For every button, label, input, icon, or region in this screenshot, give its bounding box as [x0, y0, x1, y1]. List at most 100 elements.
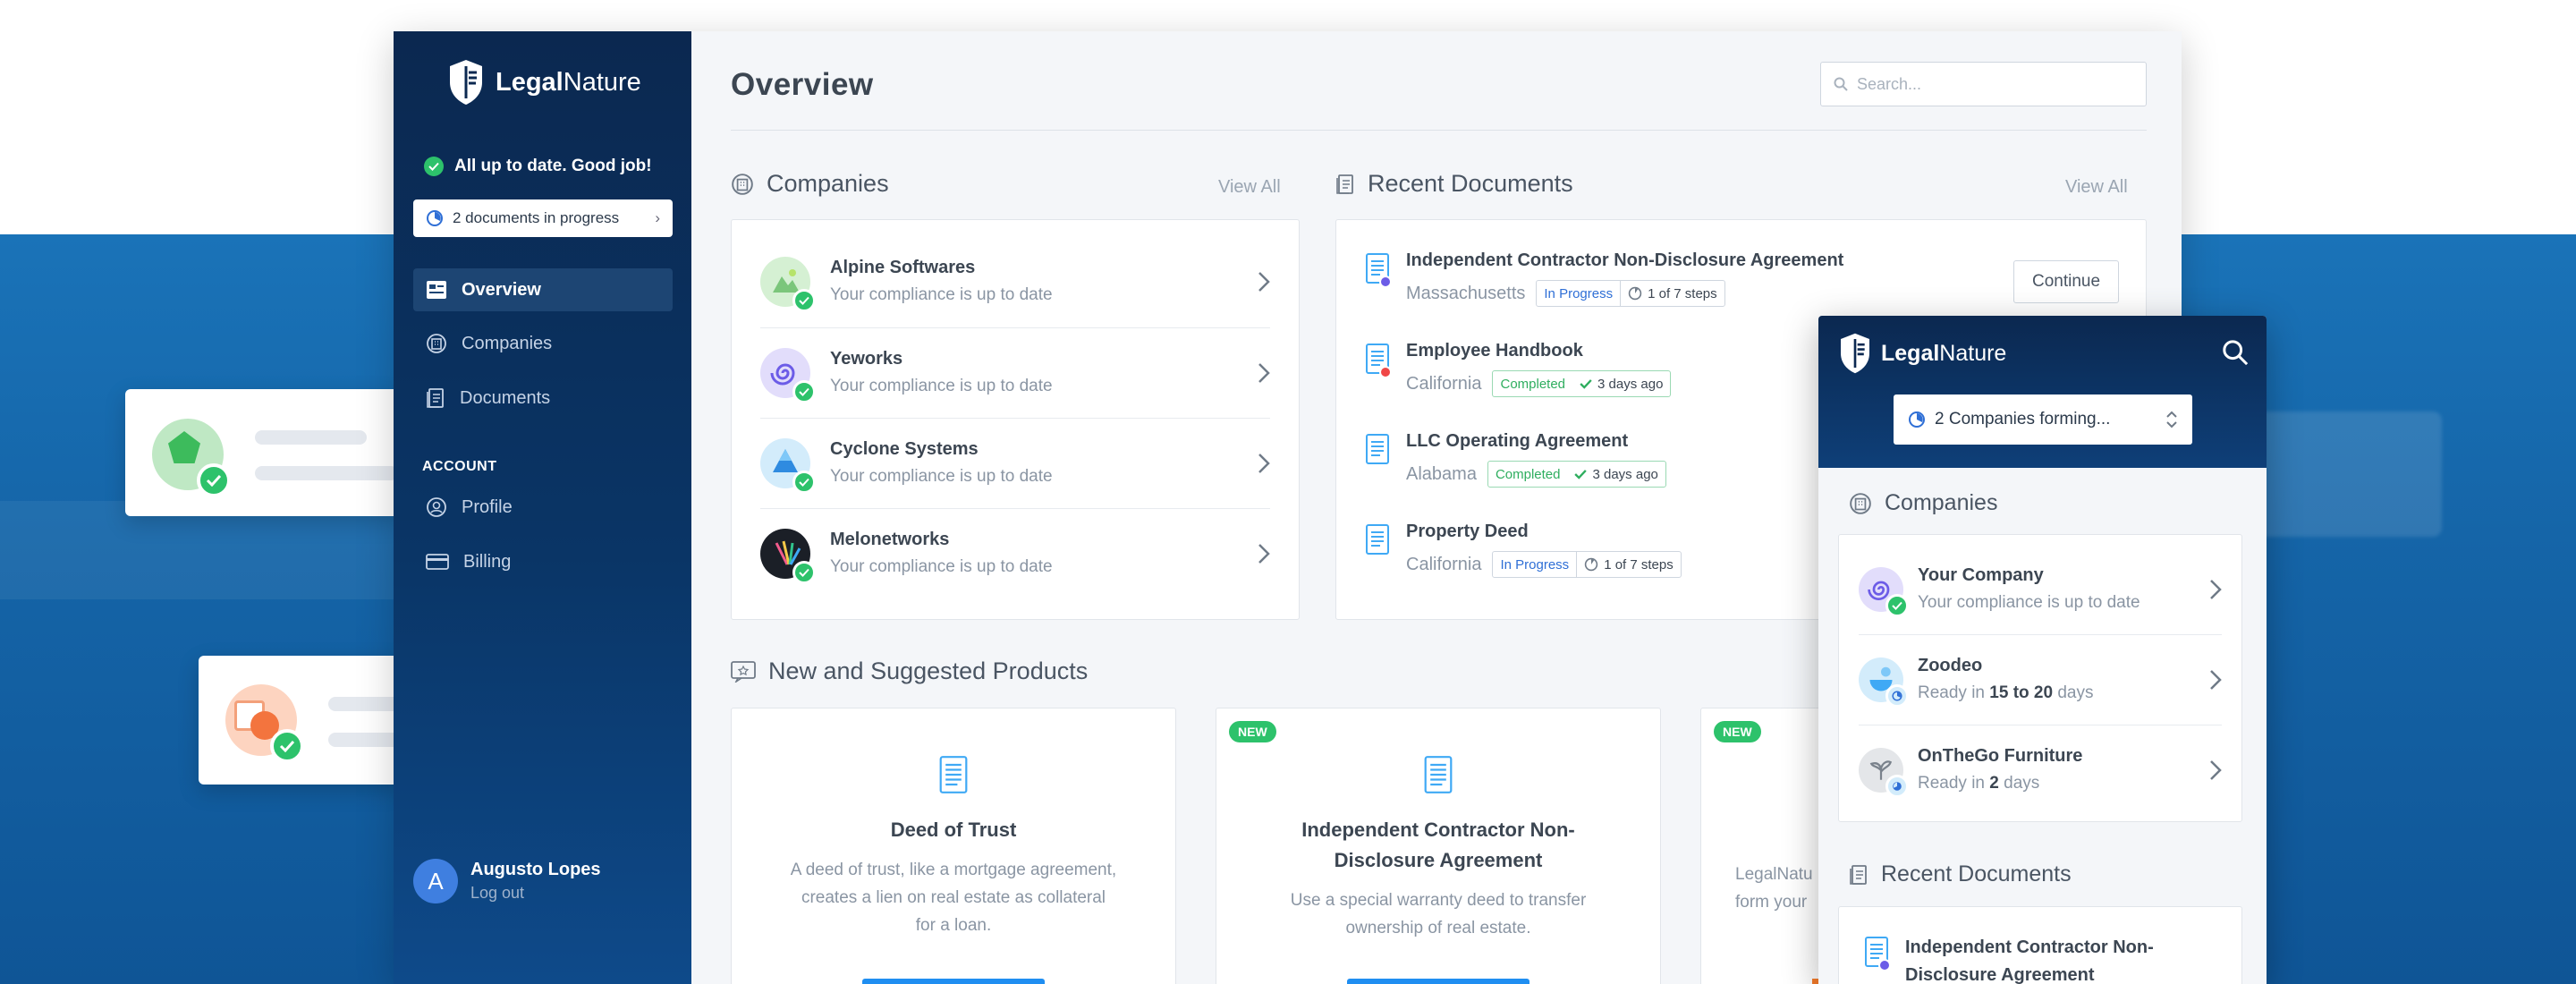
- product-description: creates a lien on real estate as collate…: [801, 888, 1106, 907]
- progress-clock-icon: [1628, 286, 1642, 301]
- brand-logo[interactable]: LegalNature: [1838, 332, 2006, 375]
- continue-button[interactable]: Continue: [2013, 260, 2119, 303]
- company-row[interactable]: Zoodeo Ready in 15 to 20 days: [1859, 634, 2222, 725]
- chevron-up-down-icon: [2166, 411, 2177, 428]
- product-description: for a loan.: [915, 916, 992, 935]
- brand-name-light: Nature: [563, 67, 641, 97]
- selector-label: 2 Companies forming...: [1935, 410, 2111, 428]
- company-name: OnTheGo Furniture: [1918, 746, 2083, 766]
- logout-link[interactable]: Log out: [470, 884, 601, 903]
- company-status: Ready in 15 to 20 days: [1918, 683, 2094, 702]
- chevron-right-icon: [2210, 759, 2222, 780]
- company-row[interactable]: Cyclone Systems Your compliance is up to …: [760, 418, 1270, 508]
- nav-label: Billing: [463, 551, 512, 572]
- section-title-text: Recent Documents: [1368, 170, 1573, 197]
- search-icon[interactable]: [2222, 339, 2249, 366]
- document-title: Property Deed: [1406, 522, 1529, 541]
- nav-item-billing[interactable]: Billing: [413, 540, 673, 583]
- brand-name-bold: Legal: [496, 67, 564, 97]
- document-title: Independent Contractor Non-Disclosure Ag…: [1406, 250, 1844, 270]
- company-row[interactable]: Your Company Your compliance is up to dat…: [1859, 544, 2222, 634]
- product-description: A deed of trust, like a mortgage agreeme…: [790, 861, 1117, 879]
- company-name: Cyclone Systems: [830, 439, 979, 459]
- chevron-right-icon: [1258, 453, 1270, 473]
- product-description: LegalNatu: [1735, 865, 1813, 884]
- document-icon: [939, 756, 968, 793]
- document-state: Alabama: [1406, 463, 1477, 484]
- status-badge-label: Completed: [1495, 466, 1561, 482]
- new-badge: NEW: [1229, 721, 1276, 742]
- nav-label: Documents: [460, 387, 551, 408]
- company-name: Yeworks: [830, 349, 903, 369]
- product-description: form your: [1735, 893, 1808, 912]
- status-detail: 3 days ago: [1597, 376, 1664, 392]
- company-row[interactable]: Alpine Softwares Your compliance is up to…: [760, 236, 1270, 327]
- profile-icon: [427, 497, 446, 517]
- product-title: Deed of Trust: [890, 819, 1017, 841]
- check-icon: [1580, 379, 1592, 389]
- company-logo-icon: [1859, 657, 1909, 708]
- section-title-text: Companies: [1885, 490, 1998, 515]
- nav-item-overview[interactable]: Overview: [413, 268, 673, 311]
- document-state: Massachusetts: [1406, 283, 1526, 303]
- product-card[interactable]: NEW Independent Contractor Non- Disclosu…: [1216, 708, 1661, 984]
- document-icon: [1365, 343, 1392, 378]
- company-selector[interactable]: 2 Companies forming...: [1894, 394, 2192, 445]
- company-name: Melonetworks: [830, 530, 950, 549]
- company-status: Your compliance is up to date: [830, 285, 1053, 304]
- companies-view-all-link[interactable]: View All: [1218, 177, 1281, 198]
- product-description: Use a special warranty deed to transfer: [1290, 891, 1587, 910]
- brand-logo[interactable]: LegalNature: [447, 58, 641, 106]
- progress-pill-label: 2 documents in progress: [453, 209, 620, 226]
- company-row[interactable]: Melonetworks Your compliance is up to dat…: [760, 508, 1270, 598]
- company-row[interactable]: Yeworks Your compliance is up to date: [760, 327, 1270, 418]
- companies-icon: [427, 334, 446, 353]
- mobile-documents-title: Recent Documents: [1849, 861, 2072, 887]
- status-detail: 1 of 7 steps: [1604, 556, 1674, 573]
- nav-item-companies[interactable]: Companies: [413, 322, 673, 365]
- decorative-logo-icon: [152, 419, 231, 497]
- account-heading: ACCOUNT: [422, 459, 497, 474]
- section-title-text: Companies: [767, 170, 889, 197]
- document-title: Disclosure Agreement: [1905, 965, 2095, 984]
- brand-name-light: Nature: [1939, 340, 2007, 366]
- overview-icon: [427, 281, 446, 299]
- status-badge-label: In Progress: [1537, 281, 1622, 306]
- decorative-logo-icon: [225, 684, 304, 763]
- status-badge: In Progress 1 of 7 steps: [1492, 551, 1682, 578]
- nav-item-profile[interactable]: Profile: [413, 486, 673, 529]
- page-title: Overview: [731, 67, 874, 102]
- company-logo-icon: [760, 347, 816, 403]
- mobile-companies-title: Companies: [1849, 490, 1997, 516]
- company-row[interactable]: OnTheGo Furniture Ready in 2 days: [1859, 725, 2222, 815]
- nav-item-documents[interactable]: Documents: [413, 377, 673, 420]
- companies-card: Alpine Softwares Your compliance is up to…: [731, 219, 1300, 620]
- company-logo-icon: [760, 528, 816, 584]
- documents-progress-pill[interactable]: 2 documents in progress ›: [413, 199, 673, 237]
- product-title: Disclosure Agreement: [1334, 849, 1543, 871]
- company-status: Your compliance is up to date: [830, 557, 1053, 576]
- mobile-app-screen: LegalNature 2 Companies forming... Compa…: [1818, 316, 2267, 984]
- sidebar: LegalNature All up to date. Good job! 2 …: [394, 31, 691, 984]
- document-row[interactable]: Independent Contractor Non-Disclosure Ag…: [1365, 250, 2117, 307]
- product-action-button[interactable]: [862, 979, 1045, 984]
- status-badge: In Progress 1 of 7 steps: [1536, 280, 1725, 307]
- mobile-documents-card: Independent Contractor Non- Disclosure A…: [1838, 906, 2242, 984]
- nav-label: Profile: [462, 496, 513, 517]
- company-logo-icon: [760, 437, 816, 494]
- status-detail: 1 of 7 steps: [1648, 285, 1717, 301]
- document-icon: [1365, 523, 1392, 559]
- documents-icon: [427, 388, 444, 408]
- product-action-button[interactable]: [1347, 979, 1530, 984]
- search-input[interactable]: Search...: [1820, 62, 2147, 106]
- status-badge-label: In Progress: [1493, 552, 1578, 577]
- progress-clock-icon: [1584, 557, 1598, 572]
- check-icon: [1574, 470, 1588, 479]
- decorative-company-card: [199, 656, 404, 785]
- product-card[interactable]: Deed of Trust A deed of trust, like a mo…: [731, 708, 1176, 984]
- chevron-right-icon: [1258, 362, 1270, 383]
- document-row[interactable]: Independent Contractor Non- Disclosure A…: [1864, 934, 2213, 984]
- documents-view-all-link[interactable]: View All: [2065, 177, 2128, 198]
- document-title: Independent Contractor Non-: [1905, 937, 2154, 957]
- user-profile[interactable]: A Augusto Lopes Log out: [413, 859, 601, 903]
